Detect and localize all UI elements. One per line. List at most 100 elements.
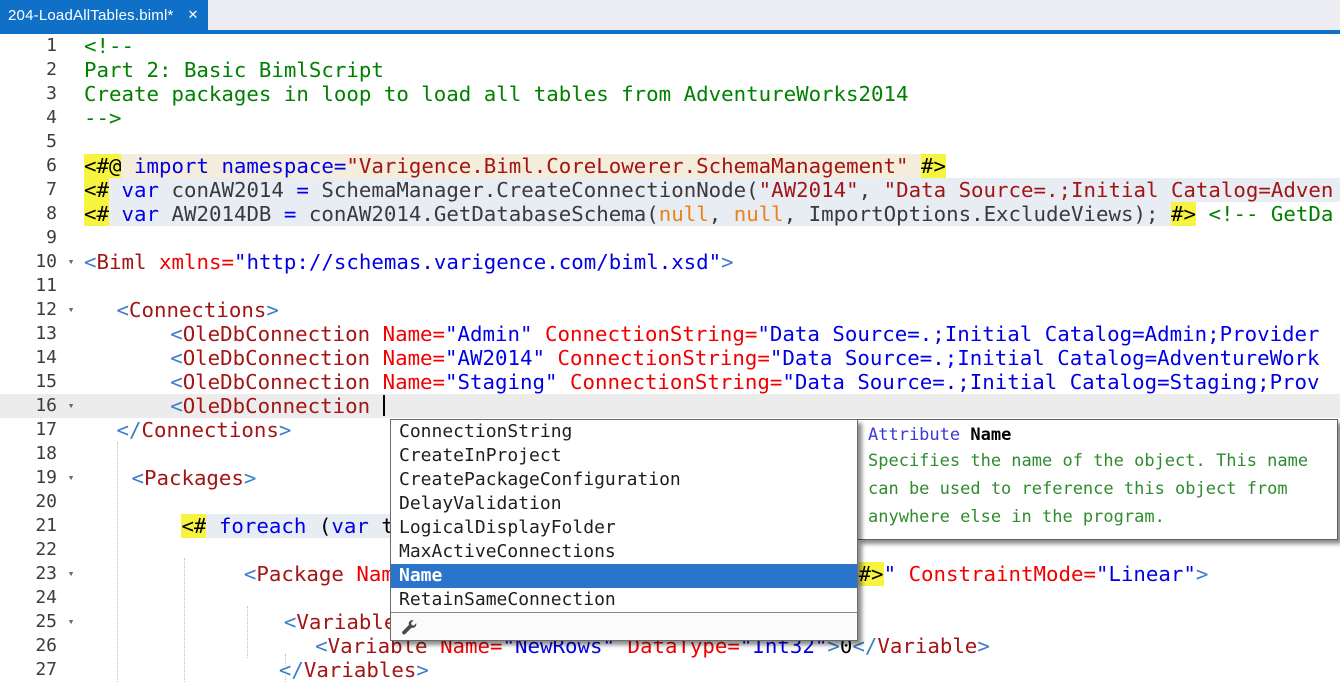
token: ConnectionString= (545, 322, 757, 346)
token: Create packages in loop to load all tabl… (84, 82, 909, 106)
spacer (84, 418, 116, 442)
token: "Varigence.Biml.CoreLowerer.SchemaManage… (346, 154, 908, 178)
token (370, 346, 383, 370)
code-line-27[interactable]: 27</Variables> (0, 658, 1340, 682)
code-line-11[interactable]: 11 (0, 274, 1340, 298)
token: > (279, 418, 292, 442)
token: < (131, 466, 144, 490)
token: Variables (304, 658, 416, 682)
indent-guide (285, 654, 286, 682)
code-line-15[interactable]: 15<OleDbConnection Name="Staging" Connec… (0, 370, 1340, 394)
fold-margin (58, 442, 84, 466)
token: "http://schemas.varigence.com/biml.xsd" (234, 250, 721, 274)
code-line-13[interactable]: 13<OleDbConnection Name="Admin" Connecti… (0, 322, 1340, 346)
fold-arrow-icon[interactable]: ▾ (58, 610, 84, 634)
line-number: 19 (0, 466, 58, 490)
fold-margin (58, 202, 84, 226)
tab-204-loadalltables[interactable]: 204-LoadAllTables.biml* ✕ (0, 0, 208, 30)
completion-item-logicaldisplayfolder[interactable]: LogicalDisplayFolder (391, 516, 857, 540)
completion-item-createinproject[interactable]: CreateInProject (391, 444, 857, 468)
token: < (170, 394, 183, 418)
spacer (84, 322, 170, 346)
fold-arrow-icon[interactable]: ▾ (58, 466, 84, 490)
token: < (170, 346, 183, 370)
code-text: <OleDbConnection (84, 394, 1340, 418)
token: > (416, 658, 429, 682)
code-line-4[interactable]: 4--> (0, 106, 1340, 130)
code-line-16[interactable]: 16▾<OleDbConnection (0, 394, 1340, 418)
token: Variable (877, 634, 977, 658)
fold-margin (58, 514, 84, 538)
fold-arrow-icon[interactable]: ▾ (58, 562, 84, 586)
code-line-14[interactable]: 14<OleDbConnection Name="AW2014" Connect… (0, 346, 1340, 370)
token: < (244, 562, 257, 586)
completion-item-name[interactable]: Name (391, 564, 857, 588)
dropdown-tool-row[interactable] (391, 613, 857, 640)
token: SchemaManager.CreateConnectionNode( (309, 178, 759, 202)
completion-item-connectionstring[interactable]: ConnectionString (391, 420, 857, 444)
code-line-7[interactable]: 7<# var conAW2014 = SchemaManager.Create… (0, 178, 1340, 202)
code-editor[interactable]: 1<!--2Part 2: Basic BimlScript3Create pa… (0, 34, 1340, 685)
code-line-2[interactable]: 2Part 2: Basic BimlScript (0, 58, 1340, 82)
line-number: 15 (0, 370, 58, 394)
code-line-12[interactable]: 12▾<Connections> (0, 298, 1340, 322)
indent-guide (247, 606, 248, 658)
tooltip-attr-name: Name (960, 425, 1011, 445)
completion-item-retainsameconnection[interactable]: RetainSameConnection (391, 588, 857, 612)
fold-margin (58, 490, 84, 514)
token: xmlns= (159, 250, 234, 274)
token (121, 154, 134, 178)
tab-title: 204-LoadAllTables.biml* (8, 7, 174, 24)
token: Biml (97, 250, 147, 274)
code-line-3[interactable]: 3Create packages in loop to load all tab… (0, 82, 1340, 106)
token: > (721, 250, 734, 274)
wrench-icon[interactable] (401, 619, 417, 635)
token (533, 322, 546, 346)
token: </ (279, 658, 304, 682)
token (545, 346, 558, 370)
token: "AW2014" (759, 178, 859, 202)
completion-item-createpackageconfiguration[interactable]: CreatePackageConfiguration (391, 468, 857, 492)
code-line-5[interactable]: 5 (0, 130, 1340, 154)
token: Name= (383, 370, 445, 394)
tab-bar: 204-LoadAllTables.biml* ✕ (0, 0, 1340, 30)
token (159, 202, 172, 226)
line-number: 5 (0, 130, 58, 154)
token: > (244, 466, 257, 490)
fold-margin (58, 418, 84, 442)
fold-margin (58, 370, 84, 394)
close-icon[interactable]: ✕ (188, 7, 199, 23)
token: , (859, 178, 884, 202)
completion-item-maxactiveconnections[interactable]: MaxActiveConnections (391, 540, 857, 564)
spacer (84, 346, 170, 370)
token (146, 250, 159, 274)
code-line-6[interactable]: 6<#@ import namespace="Varigence.Biml.Co… (0, 154, 1340, 178)
token: "Admin" (445, 322, 532, 346)
fold-arrow-icon[interactable]: ▾ (58, 394, 84, 418)
fold-margin (58, 226, 84, 250)
token: , ImportOptions.ExcludeViews); (784, 202, 1171, 226)
text-caret (383, 395, 385, 416)
code-line-1[interactable]: 1<!-- (0, 34, 1340, 58)
fold-margin (58, 130, 84, 154)
token: #> (859, 562, 884, 586)
code-text: Create packages in loop to load all tabl… (84, 82, 1340, 106)
completion-item-delayvalidation[interactable]: DelayValidation (391, 492, 857, 516)
fold-arrow-icon[interactable]: ▾ (58, 250, 84, 274)
fold-arrow-icon[interactable]: ▾ (58, 298, 84, 322)
token (109, 202, 122, 226)
intellisense-dropdown[interactable]: ConnectionStringCreateInProjectCreatePac… (390, 419, 858, 641)
code-text: <Connections> (84, 298, 1340, 322)
spacer (84, 634, 315, 658)
token: "Data Source=.;Initial Catalog=Admin;Pro… (757, 322, 1319, 346)
code-line-8[interactable]: 8<# var AW2014DB = conAW2014.GetDatabase… (0, 202, 1340, 226)
line-number: 24 (0, 586, 58, 610)
token: OleDbConnection (183, 346, 370, 370)
tooltip-description: Specifies the name of the object. This n… (868, 447, 1327, 531)
code-line-10[interactable]: 10▾<Biml xmlns="http://schemas.varigence… (0, 250, 1340, 274)
token (159, 178, 172, 202)
code-line-9[interactable]: 9 (0, 226, 1340, 250)
token: ConnectionString= (558, 346, 770, 370)
token: Packages (144, 466, 244, 490)
token: " (884, 562, 897, 586)
